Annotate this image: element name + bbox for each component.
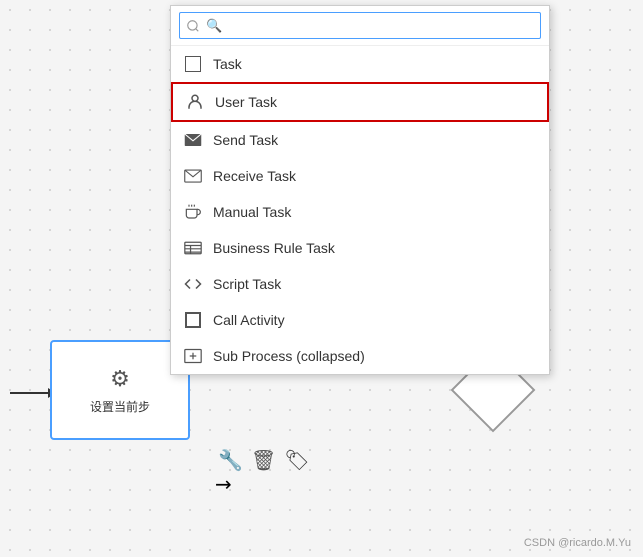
receive-task-label: Receive Task (213, 168, 296, 184)
node-gear-icon: ⚙ (110, 366, 130, 392)
task-icon (183, 54, 203, 74)
user-task-icon (185, 92, 205, 112)
node-label: 设置当前步 (90, 398, 150, 415)
menu-item-script-task[interactable]: Script Task (171, 266, 549, 302)
menu-item-call-activity[interactable]: Call Activity (171, 302, 549, 338)
menu-item-user-task[interactable]: User Task (171, 82, 549, 122)
menu-list: Task User Task Send Task (171, 46, 549, 374)
workflow-node[interactable]: ⚙ 设置当前步 (50, 340, 190, 440)
menu-item-task[interactable]: Task (171, 46, 549, 82)
manual-task-icon (183, 202, 203, 222)
send-task-label: Send Task (213, 132, 278, 148)
script-task-icon (183, 274, 203, 294)
sub-process-label: Sub Process (collapsed) (213, 348, 365, 364)
node-toolbar: 🔧 🗑 🏷 (218, 448, 310, 473)
task-type-dropdown: Task User Task Send Task (170, 5, 550, 375)
search-input[interactable] (179, 12, 541, 39)
manual-task-label: Manual Task (213, 204, 291, 220)
menu-item-send-task[interactable]: Send Task (171, 122, 549, 158)
call-activity-icon (183, 310, 203, 330)
menu-item-manual-task[interactable]: Manual Task (171, 194, 549, 230)
receive-task-icon (183, 166, 203, 186)
business-rule-task-icon (183, 238, 203, 258)
menu-item-business-rule-task[interactable]: Business Rule Task (171, 230, 549, 266)
watermark: CSDN @ricardo.M.Yu (524, 537, 631, 549)
user-task-label: User Task (215, 94, 277, 110)
script-task-label: Script Task (213, 276, 281, 292)
wrench-icon[interactable]: 🔧 (218, 448, 243, 473)
menu-item-receive-task[interactable]: Receive Task (171, 158, 549, 194)
call-activity-label: Call Activity (213, 312, 285, 328)
business-rule-task-label: Business Rule Task (213, 240, 335, 256)
send-task-icon (183, 130, 203, 150)
trash-icon[interactable]: 🗑 (251, 448, 276, 473)
search-box (171, 6, 549, 46)
task-label: Task (213, 56, 242, 72)
menu-item-sub-process[interactable]: Sub Process (collapsed) (171, 338, 549, 374)
tag-icon[interactable]: 🏷 (284, 448, 309, 473)
arrow-line (10, 392, 48, 394)
sub-process-icon (183, 346, 203, 366)
